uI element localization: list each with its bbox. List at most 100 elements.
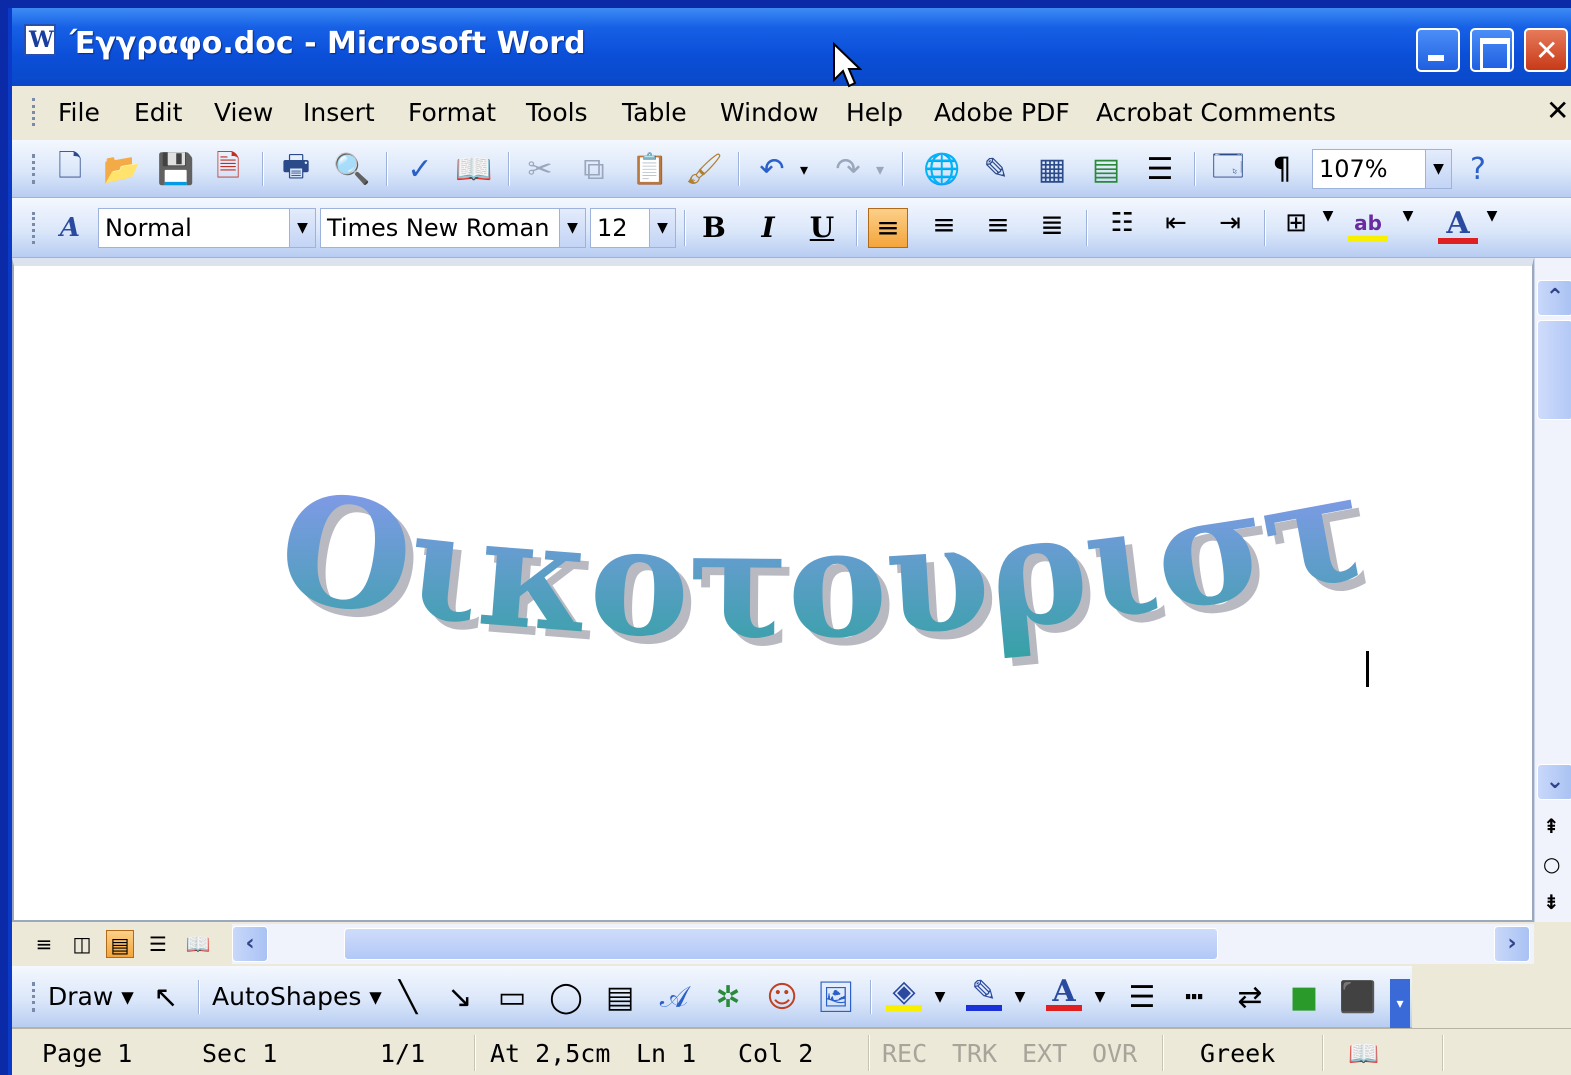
close-document-icon[interactable]: ✕ xyxy=(1546,94,1569,127)
insert-picture-icon[interactable]: 🖼 xyxy=(817,979,855,1015)
arrow-icon[interactable]: ↘ xyxy=(442,979,478,1015)
align-center-icon[interactable]: ≡ xyxy=(924,208,964,248)
maximize-button[interactable] xyxy=(1470,28,1514,72)
chevron-down-icon[interactable]: ▼ xyxy=(1318,208,1338,248)
line-color-icon[interactable]: ✎ xyxy=(966,974,1002,1011)
document-map-icon[interactable]: 🗔 xyxy=(1210,149,1246,187)
align-left-icon[interactable]: ≡ xyxy=(868,208,908,248)
permission-icon[interactable]: 🗎 xyxy=(210,149,246,187)
draw-menu-button[interactable]: Draw ▾ xyxy=(48,982,134,1011)
zoom-select[interactable]: 107% ▼ xyxy=(1312,149,1452,189)
previous-page-icon[interactable]: ⇞ xyxy=(1543,814,1560,838)
menu-file[interactable]: File xyxy=(58,98,100,127)
menu-acrobat-comments[interactable]: Acrobat Comments xyxy=(1096,98,1336,127)
font-color-icon[interactable]: A xyxy=(1046,974,1082,1011)
increase-indent-icon[interactable]: ⇥ xyxy=(1210,208,1250,248)
print-icon[interactable]: 🖶 xyxy=(278,149,314,187)
toolbar-grip[interactable] xyxy=(32,982,36,1012)
insert-excel-icon[interactable]: ▤ xyxy=(1088,151,1124,187)
scroll-left-icon[interactable]: ‹ xyxy=(232,926,268,962)
horizontal-scroll-thumb[interactable] xyxy=(344,928,1218,960)
menu-view[interactable]: View xyxy=(214,98,273,127)
web-layout-icon[interactable]: ◫ xyxy=(68,930,96,958)
chevron-down-icon[interactable]: ▼ xyxy=(559,209,585,247)
research-icon[interactable]: 📖 xyxy=(455,151,492,187)
borders-icon[interactable]: ⊞ xyxy=(1276,208,1316,248)
status-ovr[interactable]: OVR xyxy=(1092,1039,1137,1068)
insert-wordart-icon[interactable]: 𝒜 xyxy=(656,979,692,1015)
underline-icon[interactable]: U xyxy=(802,208,842,248)
tables-borders-icon[interactable]: ✎ xyxy=(978,151,1014,187)
scroll-down-icon[interactable]: ⌄ xyxy=(1537,764,1571,800)
chevron-down-icon[interactable]: ▼ xyxy=(1482,208,1502,248)
chevron-down-icon[interactable]: ▼ xyxy=(1398,208,1418,248)
vertical-scroll-thumb[interactable] xyxy=(1537,320,1571,420)
toolbar-grip[interactable] xyxy=(32,154,36,184)
show-hide-icon[interactable]: ¶ xyxy=(1264,151,1300,187)
font-size-select[interactable]: 12 ▼ xyxy=(590,208,676,248)
spelling-icon[interactable]: ✓ xyxy=(402,151,438,187)
word-app-icon[interactable] xyxy=(24,24,56,56)
cut-icon[interactable]: ✂ xyxy=(522,151,558,187)
font-select[interactable]: Times New Roman ▼ xyxy=(320,208,586,248)
outline-view-icon[interactable]: ☰ xyxy=(144,930,172,958)
chevron-down-icon[interactable]: ▼ xyxy=(649,209,675,247)
dash-style-icon[interactable]: ┅ xyxy=(1176,979,1212,1015)
chevron-down-icon[interactable]: ▼ xyxy=(1425,150,1451,188)
status-trk[interactable]: TRK xyxy=(952,1039,997,1068)
columns-icon[interactable]: ☰ xyxy=(1142,151,1178,187)
text-box-icon[interactable]: ▤ xyxy=(602,979,638,1015)
menu-insert[interactable]: Insert xyxy=(303,98,375,127)
save-icon[interactable]: 💾 xyxy=(157,151,194,187)
close-button[interactable] xyxy=(1524,28,1568,72)
chevron-down-icon[interactable]: ▼ xyxy=(1090,979,1110,1015)
menu-window[interactable]: Window xyxy=(720,98,819,127)
insert-hyperlink-icon[interactable]: 🌐 xyxy=(923,151,960,187)
menu-edit[interactable]: Edit xyxy=(134,98,182,127)
font-color-icon[interactable]: A xyxy=(1438,208,1478,244)
oval-icon[interactable]: ◯ xyxy=(548,979,584,1015)
menu-adobe-pdf[interactable]: Adobe PDF xyxy=(934,98,1070,127)
chevron-down-icon[interactable]: ▼ xyxy=(289,209,315,247)
arrow-style-icon[interactable]: ⇄ xyxy=(1232,979,1268,1015)
copy-icon[interactable]: ⧉ xyxy=(576,151,612,187)
menu-tools[interactable]: Tools xyxy=(526,98,588,127)
format-painter-icon[interactable]: 🖌 xyxy=(685,151,723,187)
shadow-style-icon[interactable]: ■ xyxy=(1286,979,1322,1015)
wordart-title[interactable]: Οικοτουριστική Α.Ε. Οικοτουριστική Α.Ε. xyxy=(254,486,1384,706)
open-folder-icon[interactable]: 📂 xyxy=(103,151,140,187)
minimize-button[interactable] xyxy=(1416,28,1460,72)
decrease-indent-icon[interactable]: ⇤ xyxy=(1156,208,1196,248)
menubar-grip[interactable] xyxy=(32,98,36,126)
print-layout-icon[interactable]: ▤ xyxy=(106,930,134,958)
scroll-up-icon[interactable]: ⌃ xyxy=(1537,280,1571,316)
new-document-icon[interactable]: 🗋 xyxy=(52,149,88,187)
highlight-icon[interactable]: ab xyxy=(1348,208,1388,242)
scroll-right-icon[interactable]: › xyxy=(1494,926,1530,962)
document-page[interactable]: Οικοτουριστική Α.Ε. Οικοτουριστική Α.Ε. xyxy=(12,258,1534,922)
redo-dropdown-icon[interactable]: ▾ xyxy=(870,151,890,187)
italic-icon[interactable]: I xyxy=(748,208,788,248)
line-style-icon[interactable]: ☰ xyxy=(1124,979,1160,1015)
undo-icon[interactable]: ↶ xyxy=(754,151,790,187)
spelling-status-icon[interactable]: 📖 xyxy=(1348,1039,1379,1069)
fill-color-icon[interactable]: ◈ xyxy=(886,974,922,1011)
toolbar-options-icon[interactable]: ▾ xyxy=(1390,979,1410,1029)
insert-diagram-icon[interactable]: ✲ xyxy=(710,979,746,1015)
justify-icon[interactable]: ≣ xyxy=(1032,208,1072,248)
vertical-scrollbar[interactable]: ⌃ ⌄ ⇞ ○ ⇟ xyxy=(1534,258,1571,922)
paste-icon[interactable]: 📋 xyxy=(631,151,668,187)
menu-format[interactable]: Format xyxy=(408,98,496,127)
chevron-down-icon[interactable]: ▼ xyxy=(1010,979,1030,1015)
status-ext[interactable]: EXT xyxy=(1022,1039,1067,1068)
bold-icon[interactable]: B xyxy=(694,208,734,248)
insert-table-icon[interactable]: ▦ xyxy=(1034,151,1070,187)
toolbar-grip[interactable] xyxy=(32,212,36,244)
reading-layout-icon[interactable]: 📖 xyxy=(184,930,212,958)
horizontal-scrollbar[interactable]: ‹ › xyxy=(232,924,1534,964)
undo-dropdown-icon[interactable]: ▾ xyxy=(794,151,814,187)
3d-style-icon[interactable]: ⬛ xyxy=(1339,979,1376,1015)
style-select[interactable]: Normal ▼ xyxy=(98,208,316,248)
normal-view-icon[interactable]: ≡ xyxy=(30,930,58,958)
styles-formatting-icon[interactable]: A xyxy=(52,210,88,246)
